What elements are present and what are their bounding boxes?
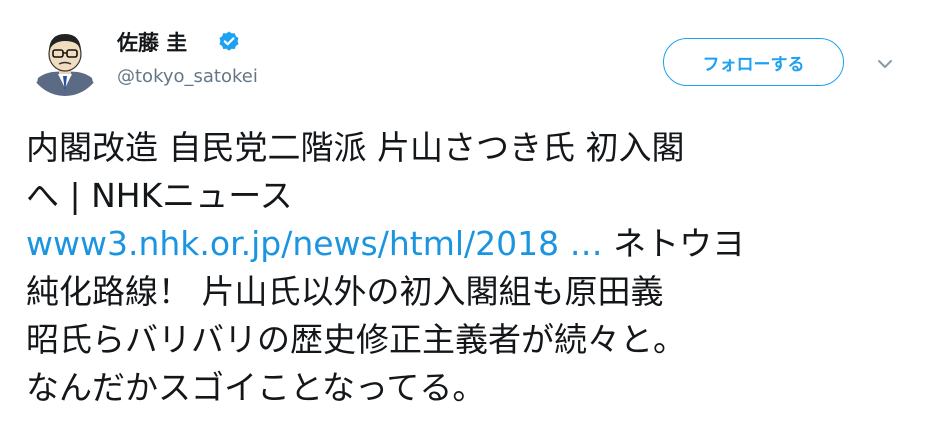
caricature-avatar-icon [34,34,96,96]
tweet-text: 内閣改造 自民党二階派 片山さつき氏 初入閣 へ | NHKニュース www3.… [26,124,906,412]
user-handle[interactable]: @tokyo_satokei [117,66,258,87]
tweet-line: なんだかスゴイことなってる。 [26,368,486,407]
display-name[interactable]: 佐藤 圭 [117,27,187,57]
user-avatar[interactable] [28,22,102,96]
tweet-line-rest: ネトウヨ [602,224,746,263]
verified-badge-icon [219,31,239,51]
chevron-down-icon[interactable] [873,52,897,76]
tweet-line: へ | NHKニュース [26,176,293,215]
tweet-line: 純化路線！ 片山氏以外の初入閣組も原田義 [26,272,664,311]
tweet-line: 昭氏らバリバリの歴史修正主義者が続々と。 [26,320,686,359]
follow-button[interactable]: フォローする [663,38,844,86]
tweet-link[interactable]: www3.nhk.or.jp/news/html/2018 … [26,224,603,263]
tweet-line: 内閣改造 自民党二階派 片山さつき氏 初入閣 [26,128,685,167]
tweet-card: 佐藤 圭 @tokyo_satokei フォローする 内閣改造 自民党二階派 片… [0,0,926,436]
tweet-line: www3.nhk.or.jp/news/html/2018 … ネトウヨ [26,220,906,268]
